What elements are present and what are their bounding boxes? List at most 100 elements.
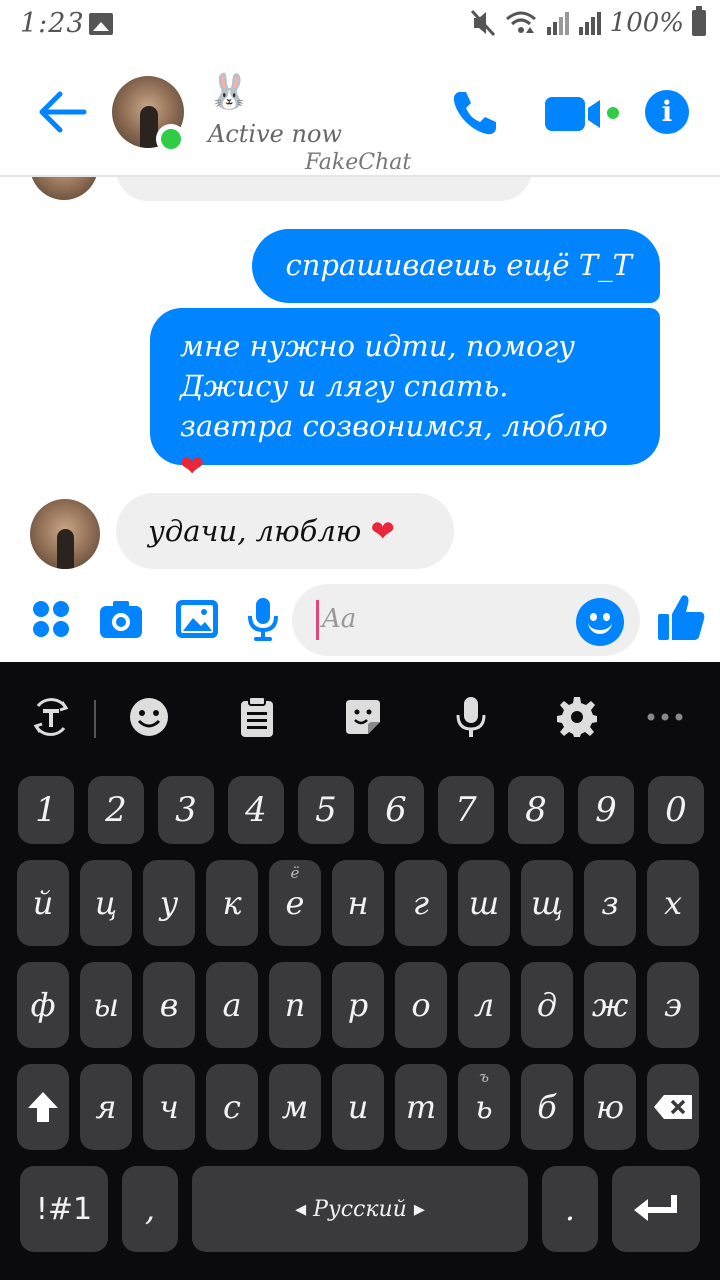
key[interactable]: 7 [438, 776, 494, 844]
heart-emoji: ❤ [180, 449, 205, 483]
key[interactable]: и [332, 1064, 384, 1150]
status-time: 1:23 [20, 8, 85, 39]
info-icon[interactable]: i [645, 90, 689, 134]
key[interactable]: у [143, 860, 195, 946]
sticker-icon[interactable] [342, 696, 384, 738]
key-hint: ё [290, 864, 300, 882]
sender-avatar[interactable] [30, 499, 100, 569]
battery-percent: 100% [609, 8, 684, 38]
active-status: Active now [208, 120, 342, 148]
key[interactable]: ы [80, 962, 132, 1048]
toolbar-divider [94, 700, 96, 738]
enter-arrow-icon [634, 1195, 677, 1221]
key[interactable]: 9 [578, 776, 634, 844]
key[interactable]: 0 [648, 776, 704, 844]
key[interactable]: б [521, 1064, 573, 1150]
key[interactable]: 1 [18, 776, 74, 844]
settings-gear-icon[interactable] [556, 696, 598, 738]
shift-key[interactable] [17, 1064, 69, 1150]
shift-arrow-icon [28, 1092, 58, 1122]
key-label: ь [475, 1088, 493, 1126]
key[interactable]: т [395, 1064, 447, 1150]
wifi-icon [505, 11, 536, 33]
message-text: удачи, люблю [148, 514, 362, 548]
camera-icon[interactable] [98, 596, 144, 642]
key[interactable]: р [332, 962, 384, 1048]
key[interactable]: ч [143, 1064, 195, 1150]
keyboard-toolbar [0, 662, 720, 770]
status-icons: 100% [470, 6, 706, 38]
video-active-indicator [604, 104, 622, 122]
key[interactable]: ъ ь [458, 1064, 510, 1150]
key[interactable]: ц [80, 860, 132, 946]
key[interactable]: м [269, 1064, 321, 1150]
symbols-key[interactable]: !#1 [20, 1166, 108, 1252]
mute-icon [470, 9, 495, 37]
key[interactable]: 2 [88, 776, 144, 844]
key[interactable]: д [521, 962, 573, 1048]
incoming-message[interactable]: удачи, люблю ❤ [116, 493, 454, 569]
phone-call-icon[interactable] [450, 88, 500, 138]
key[interactable]: г [395, 860, 447, 946]
contact-name-emoji[interactable]: 🐰 [208, 72, 250, 112]
key[interactable]: п [269, 962, 321, 1048]
key[interactable]: л [458, 962, 510, 1048]
key[interactable]: о [395, 962, 447, 1048]
key[interactable]: 6 [368, 776, 424, 844]
online-indicator [156, 124, 186, 154]
translate-icon[interactable] [30, 696, 72, 738]
key[interactable]: ф [17, 962, 69, 1048]
key[interactable]: 4 [228, 776, 284, 844]
key[interactable]: ё е [269, 860, 321, 946]
key[interactable]: 3 [158, 776, 214, 844]
message-list: спрашиваешь ещё Т_Т мне нужно идти, помо… [0, 177, 720, 580]
apps-grid-icon[interactable] [28, 596, 74, 642]
enter-key[interactable] [612, 1166, 700, 1252]
back-arrow-icon[interactable] [38, 90, 88, 134]
microphone-icon[interactable] [240, 596, 286, 642]
emoji-icon[interactable] [576, 598, 624, 646]
clipboard-icon[interactable] [236, 696, 278, 738]
key[interactable]: а [206, 962, 258, 1048]
backspace-key[interactable] [647, 1064, 699, 1150]
key[interactable]: ш [458, 860, 510, 946]
message-composer: Aa [0, 580, 720, 662]
key[interactable]: з [584, 860, 636, 946]
message-placeholder: Aa [322, 604, 357, 634]
more-options-icon[interactable] [644, 696, 686, 738]
key[interactable]: х [647, 860, 699, 946]
partial-avatar [30, 177, 98, 200]
outgoing-message[interactable]: спрашиваешь ещё Т_Т [252, 229, 660, 303]
backspace-icon [654, 1095, 692, 1119]
partial-message-bubble [116, 177, 532, 201]
app-watermark: FakeChat [305, 150, 412, 175]
thumbs-up-icon[interactable] [656, 592, 706, 642]
key[interactable]: 5 [298, 776, 354, 844]
key[interactable]: ж [584, 962, 636, 1048]
gallery-notification-icon [89, 13, 113, 35]
key[interactable]: я [80, 1064, 132, 1150]
heart-emoji: ❤ [370, 514, 395, 548]
outgoing-message[interactable]: мне нужно идти, помогу Джису и лягу спат… [150, 308, 660, 483]
key[interactable]: в [143, 962, 195, 1048]
message-text: спрашиваешь ещё Т_Т [285, 248, 633, 282]
key[interactable]: к [206, 860, 258, 946]
key[interactable]: э [647, 962, 699, 1048]
key[interactable]: щ [521, 860, 573, 946]
key-label: е [285, 884, 305, 922]
message-input[interactable]: Aa [292, 584, 640, 656]
key[interactable]: с [206, 1064, 258, 1150]
period-key[interactable]: . [542, 1166, 598, 1252]
key[interactable]: н [332, 860, 384, 946]
comma-key[interactable]: , [122, 1166, 178, 1252]
space-bar[interactable]: ◂ Русский ▸ [192, 1166, 528, 1252]
signal-icon-1 [546, 12, 569, 35]
signal-icon-2 [578, 12, 601, 35]
key[interactable]: ю [584, 1064, 636, 1150]
gallery-icon[interactable] [174, 596, 220, 642]
message-text: мне нужно идти, помогу Джису и лягу спат… [180, 329, 608, 443]
key[interactable]: 8 [508, 776, 564, 844]
voice-input-icon[interactable] [450, 696, 492, 738]
key[interactable]: й [17, 860, 69, 946]
emoji-keyboard-icon[interactable] [128, 696, 170, 738]
